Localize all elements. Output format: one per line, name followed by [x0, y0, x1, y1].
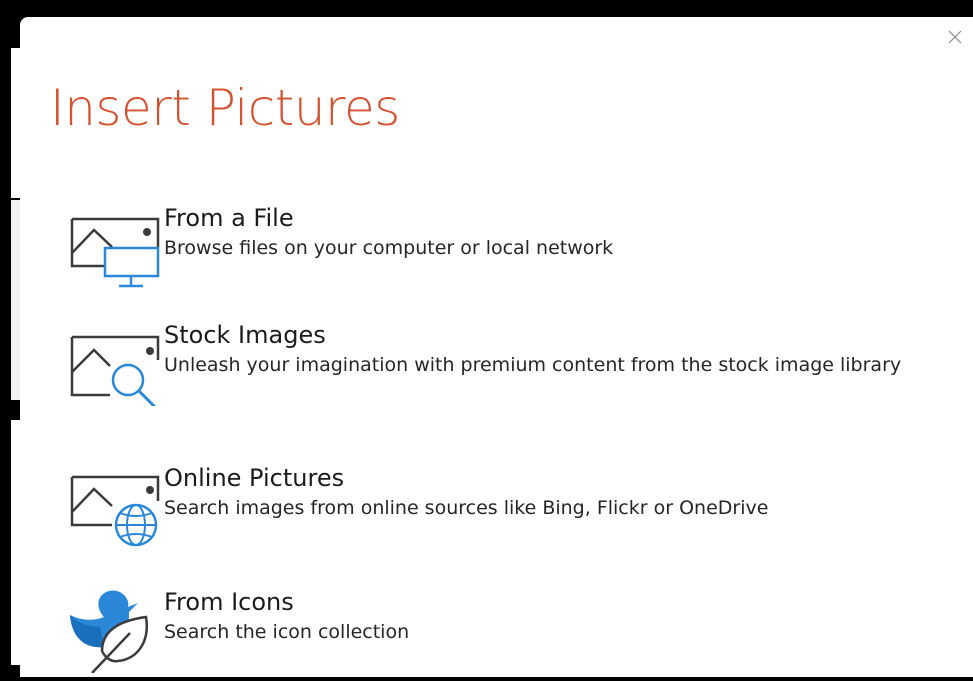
option-description: Unleash your imagination with premium co…: [164, 354, 902, 376]
option-description: Search the icon collection: [164, 621, 410, 643]
option-description: Search images from online sources like B…: [164, 497, 769, 519]
option-label: Stock Images: [164, 321, 326, 349]
dialog-title: Insert Pictures: [50, 79, 400, 137]
bird-leaf-icon: [70, 590, 149, 673]
background-window-edge: [11, 48, 20, 198]
option-label: From Icons: [164, 588, 294, 616]
insert-pictures-dialog: Insert Pictures From a File Browse files…: [20, 17, 973, 677]
option-label: From a File: [164, 204, 294, 232]
option-online-pictures[interactable]: Online Pictures Search images from onlin…: [68, 463, 958, 553]
option-from-icons[interactable]: From Icons Search the icon collection: [68, 587, 958, 677]
picture-globe-icon: [70, 475, 160, 547]
option-description: Browse files on your computer or local n…: [164, 237, 614, 259]
picture-monitor-icon: [70, 217, 160, 288]
option-from-a-file[interactable]: From a File Browse files on your compute…: [68, 203, 958, 293]
option-label: Online Pictures: [164, 464, 345, 492]
option-stock-images[interactable]: Stock Images Unleash your imagination wi…: [68, 320, 958, 430]
picture-magnifier-icon: [70, 335, 160, 406]
background-window-edge: [11, 420, 20, 665]
close-icon: [948, 30, 962, 44]
close-button[interactable]: [945, 27, 965, 47]
background-window-edge: [11, 200, 20, 400]
